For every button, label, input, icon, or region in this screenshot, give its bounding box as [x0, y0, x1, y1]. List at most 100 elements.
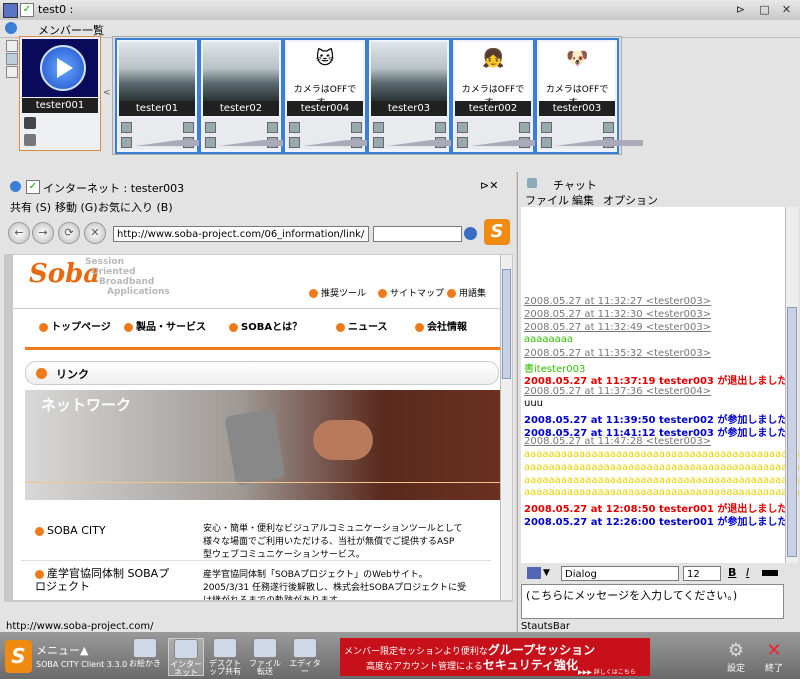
banner-more-link[interactable]: ▶▶▶ 詳しくはこちら [578, 667, 636, 676]
site-nav-products[interactable]: 製品・サービス [124, 318, 206, 333]
link-row[interactable]: SOBA CITY 安心・簡単・便利なビジュアルコミュニケーションツールとして様… [13, 517, 500, 560]
maximize-button[interactable]: □ [757, 2, 772, 17]
taskbar-app-button[interactable]: インターネット [168, 638, 204, 677]
chat-menu-options[interactable]: オプション [603, 192, 658, 208]
member-card[interactable]: 🐱カメラはOFFです。tester004 [283, 38, 391, 154]
chat-line[interactable]: 2008.05.27 at 11:37:36 <tester004> [524, 386, 711, 397]
chat-line[interactable]: 2008.05.27 at 11:32:49 <tester003> [524, 322, 711, 333]
chat-line[interactable]: 2008.05.27 at 11:32:27 <tester003> [524, 296, 711, 307]
bold-button[interactable]: B [728, 566, 736, 579]
volume-slider[interactable] [555, 140, 643, 146]
media-toggle-icon[interactable] [541, 122, 552, 133]
taskbar-app-button[interactable]: デスクトップ共有 [208, 638, 242, 676]
chat-scrollbar-thumb[interactable] [787, 307, 797, 557]
camera-toggle-icon[interactable] [24, 117, 36, 129]
forward-icon[interactable]: → [32, 222, 54, 244]
taskbar-app-button[interactable]: ファイル転送 [248, 638, 282, 676]
member-card[interactable]: 🐶カメラはOFFです。tester003 [535, 38, 643, 154]
browser-menu-favorites[interactable]: お気に入り (B) [98, 199, 173, 215]
search-input[interactable] [373, 226, 462, 242]
collapse-arrow-icon[interactable]: < [103, 88, 111, 98]
minimize-button[interactable]: ⊳ [733, 2, 748, 17]
chat-menu-file[interactable]: ファイル [525, 192, 569, 208]
link-row[interactable]: 産学官協同体制 SOBAプロジェクト 産学官協同体制「SOBAプロジェクト」のW… [13, 563, 500, 600]
sidebar-view-button[interactable] [6, 53, 18, 65]
menu-button[interactable]: メニュー▲ [36, 642, 88, 658]
italic-button[interactable]: I [746, 566, 749, 579]
member-card[interactable]: tester02 [199, 38, 307, 154]
browser-checkbox[interactable]: ✓ [26, 180, 40, 194]
window-titlebar: ✓ test0 : ⊳ □ ✕ [0, 0, 800, 21]
member-name: tester004 [287, 101, 363, 116]
media-toggle-icon[interactable] [289, 137, 300, 148]
exit-button[interactable]: ✕ 終了 [760, 640, 788, 674]
media-toggle-icon[interactable] [205, 122, 216, 133]
banner-text: セキュリティ強化 [482, 658, 579, 672]
site-nav-top[interactable]: トップページ [39, 318, 111, 333]
member-card[interactable]: 👧カメラはOFFです。tester002 [451, 38, 559, 154]
media-toggle-icon[interactable] [289, 122, 300, 133]
color-picker-icon[interactable] [527, 567, 541, 579]
browser-detach-button[interactable]: ⊳✕ [480, 179, 498, 192]
web-scrollbar-thumb[interactable] [502, 269, 511, 379]
media-toggle-icon[interactable] [541, 137, 552, 148]
media-toggle-icon[interactable] [373, 122, 384, 133]
media-toggle-icon[interactable] [457, 122, 468, 133]
site-link-sitemap[interactable]: サイトマップ [378, 286, 444, 299]
site-nav-about[interactable]: SOBAとは？ [229, 318, 302, 333]
media-toggle-icon[interactable] [121, 122, 132, 133]
site-nav-news[interactable]: ニュース [336, 318, 388, 333]
promo-banner[interactable]: メンバー限定セッションより便利なグループセッション 高度なアカウント管理によるセ… [340, 638, 650, 676]
self-member-card[interactable]: tester001 [19, 36, 101, 151]
window-checkbox[interactable]: ✓ [20, 3, 34, 17]
url-input[interactable]: http://www.soba-project.com/06_informati… [113, 226, 369, 242]
font-size-select[interactable]: 12 [683, 566, 721, 581]
link-name[interactable]: SOBA CITY [35, 524, 106, 537]
sidebar-camera-button[interactable] [6, 40, 18, 52]
reload-icon[interactable]: ⟳ [58, 222, 80, 244]
chat-scrollbar[interactable] [785, 207, 798, 563]
member-card[interactable]: tester01 [115, 38, 223, 154]
member-card[interactable]: tester03 [367, 38, 475, 154]
taskbar-app-button[interactable]: エディター [288, 638, 322, 676]
member-video: 🐱カメラはOFFです。 [287, 42, 363, 108]
settings-button[interactable]: ⚙ 設定 [722, 640, 750, 674]
taskbar-app-button[interactable]: お絵かき [128, 638, 162, 674]
browser-menu-share[interactable]: 共有 (S) [10, 199, 51, 215]
option-toggle-icon[interactable] [435, 122, 446, 133]
browser-menu-go[interactable]: 移動 (G) [55, 199, 98, 215]
search-icon[interactable] [464, 227, 477, 240]
text-color-swatch[interactable] [762, 570, 778, 576]
close-button[interactable]: ✕ [779, 2, 794, 17]
stop-icon[interactable]: ✕ [84, 222, 106, 244]
option-toggle-icon[interactable] [519, 122, 530, 133]
chat-menu-edit[interactable]: 編集 [572, 192, 594, 208]
sidebar-list-button[interactable] [6, 66, 18, 78]
exit-label: 終了 [764, 664, 783, 674]
option-toggle-icon[interactable] [603, 122, 614, 133]
chat-line[interactable]: 2008.05.27 at 11:47:28 <tester003> [524, 436, 711, 447]
play-icon[interactable] [40, 45, 86, 91]
menu-logo-icon[interactable]: S [5, 640, 32, 673]
color-dropdown-icon[interactable]: ▼ [543, 568, 550, 578]
link-name[interactable]: 産学官協同体制 SOBAプロジェクト [35, 567, 175, 593]
site-nav-company[interactable]: 会社情報 [415, 318, 467, 333]
media-toggle-icon[interactable] [205, 137, 216, 148]
chat-line[interactable]: 2008.05.27 at 11:32:30 <tester003> [524, 309, 711, 320]
chat-input[interactable]: (こちらにメッセージを入力してください。) [521, 584, 784, 619]
option-toggle-icon[interactable] [183, 122, 194, 133]
back-icon[interactable]: ← [8, 222, 30, 244]
site-link-glossary[interactable]: 用語集 [447, 286, 486, 299]
chat-line[interactable]: 2008.05.27 at 11:35:32 <tester003> [524, 348, 711, 359]
option-toggle-icon[interactable] [351, 122, 362, 133]
site-link-tools[interactable]: 推奨ツール [309, 286, 366, 299]
web-scrollbar[interactable] [500, 255, 512, 600]
option-toggle-icon[interactable] [267, 122, 278, 133]
member-video: 🐶カメラはOFFです。 [539, 42, 615, 108]
media-toggle-icon[interactable] [373, 137, 384, 148]
soba-logo-icon[interactable]: S [484, 219, 510, 245]
font-select[interactable]: Dialog [561, 566, 679, 581]
mic-toggle-icon[interactable] [24, 134, 36, 146]
media-toggle-icon[interactable] [121, 137, 132, 148]
media-toggle-icon[interactable] [457, 137, 468, 148]
